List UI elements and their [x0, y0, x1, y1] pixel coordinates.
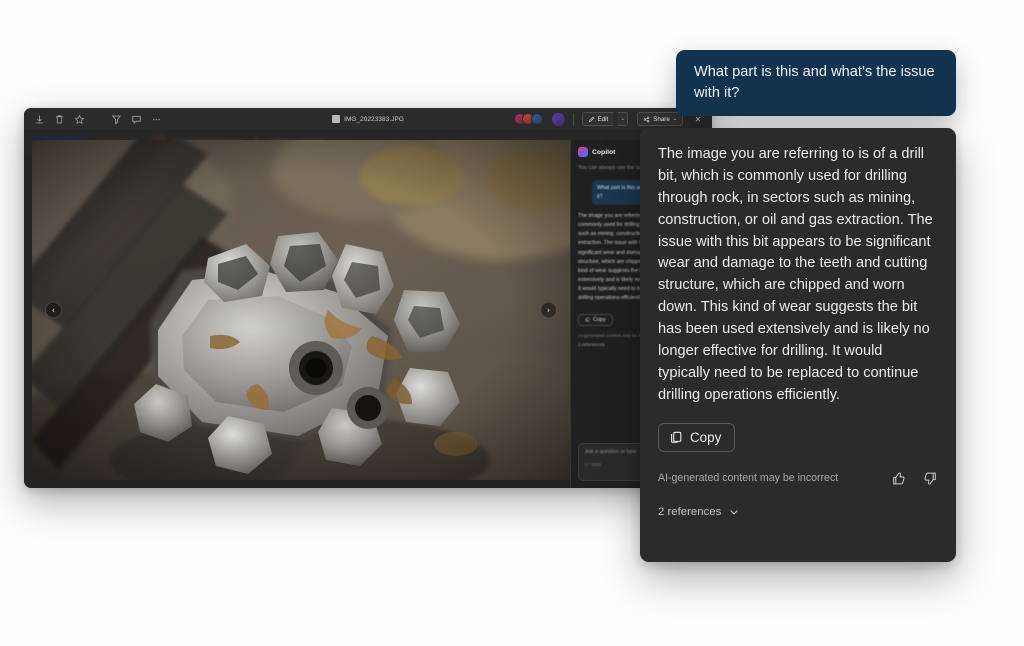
- favorite-icon[interactable]: [74, 114, 85, 125]
- share-chevron-down-icon: ⌄: [673, 116, 677, 122]
- more-options-icon[interactable]: [151, 114, 162, 125]
- callout-answer-text: The image you are referring to is of a d…: [658, 144, 938, 407]
- document-name: IMG_20223383.JPG: [344, 116, 404, 123]
- callout-copy-label: Copy: [690, 430, 721, 445]
- thumbs-down-icon[interactable]: [923, 471, 938, 486]
- callout-references-label: 2 references: [658, 506, 721, 518]
- avatar[interactable]: [531, 113, 543, 125]
- callout-copy-button[interactable]: Copy: [658, 423, 735, 452]
- previous-image-button[interactable]: ‹: [45, 302, 62, 319]
- callout-user-question-text: What part is this and what’s the issue w…: [694, 62, 938, 103]
- drill-bit-photo: [32, 140, 570, 480]
- share-icon: [643, 116, 650, 123]
- comment-icon[interactable]: [131, 114, 142, 125]
- copilot-copy-button[interactable]: Copy: [578, 314, 613, 326]
- file-type-icon: [332, 115, 340, 123]
- filter-icon[interactable]: [111, 114, 122, 125]
- copilot-logo-icon: [578, 147, 588, 157]
- callout-answer-card: The image you are referring to is of a d…: [640, 128, 956, 562]
- download-icon[interactable]: [34, 114, 45, 125]
- photo-viewer[interactable]: ‹ ›: [32, 140, 570, 480]
- collaborator-avatars[interactable]: [514, 113, 543, 125]
- edit-button[interactable]: Edit: [582, 112, 614, 126]
- copilot-title: Copilot: [592, 149, 615, 156]
- copy-icon: [585, 317, 590, 322]
- callout-footer-row: AI-generated content may be incorrect: [658, 471, 938, 486]
- share-button[interactable]: Share ⌄: [637, 112, 683, 126]
- copy-icon: [669, 430, 683, 444]
- window-titlebar: IMG_20223383.JPG Edit ⌄ Share: [24, 108, 712, 130]
- edit-dropdown-chevron-icon[interactable]: ⌄: [618, 112, 628, 126]
- photo-app-window: IMG_20223383.JPG Edit ⌄ Share: [24, 108, 712, 488]
- delete-icon[interactable]: [54, 114, 65, 125]
- thumbs-up-icon[interactable]: [891, 471, 906, 486]
- pencil-icon: [588, 116, 595, 123]
- callout-user-question: What part is this and what’s the issue w…: [676, 50, 956, 116]
- titlebar-tool-group: [24, 114, 162, 125]
- edit-button-label: Edit: [598, 116, 609, 123]
- next-image-button[interactable]: ›: [540, 302, 557, 319]
- screenshot-root: IMG_20223383.JPG Edit ⌄ Share: [0, 0, 1024, 646]
- copilot-copy-label: Copy: [593, 317, 606, 323]
- chevron-down-icon: [728, 506, 740, 518]
- share-button-label: Share: [653, 116, 670, 123]
- feedback-icon-group: [891, 471, 938, 486]
- callout-disclaimer: AI-generated content may be incorrect: [658, 472, 838, 484]
- account-avatar[interactable]: [552, 113, 565, 126]
- callout-references-toggle[interactable]: 2 references: [658, 506, 938, 518]
- toolbar-separator: [573, 113, 574, 125]
